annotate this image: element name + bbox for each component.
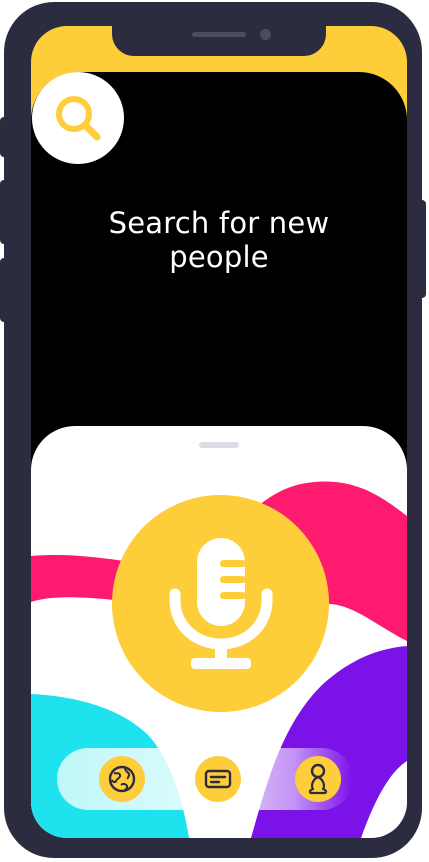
search-button[interactable] bbox=[32, 72, 124, 164]
chat-icon bbox=[204, 769, 232, 789]
front-camera bbox=[260, 29, 271, 40]
notch bbox=[112, 26, 326, 56]
globe-icon bbox=[108, 765, 136, 793]
bottom-nav bbox=[57, 748, 353, 810]
volume-up-button bbox=[0, 180, 8, 244]
page-title-line-2: people bbox=[169, 240, 269, 274]
sheet-handle[interactable] bbox=[199, 442, 239, 448]
speaker bbox=[192, 32, 246, 37]
phone-screen: Search for new people bbox=[31, 26, 407, 838]
mute-switch bbox=[0, 117, 8, 157]
page-title-line-1: Search for new bbox=[108, 206, 330, 240]
nav-profile-button[interactable] bbox=[295, 756, 341, 802]
search-icon bbox=[56, 96, 101, 141]
page-title: Search for new people bbox=[31, 206, 407, 274]
phone-frame: Search for new people bbox=[0, 2, 426, 858]
microphone-button[interactable] bbox=[112, 495, 329, 712]
nav-globe-button[interactable] bbox=[99, 756, 145, 802]
power-button bbox=[418, 200, 426, 298]
nav-chat-button[interactable] bbox=[195, 756, 241, 802]
profile-icon bbox=[308, 763, 328, 795]
microphone-icon bbox=[169, 537, 272, 669]
volume-down-button bbox=[0, 258, 8, 322]
